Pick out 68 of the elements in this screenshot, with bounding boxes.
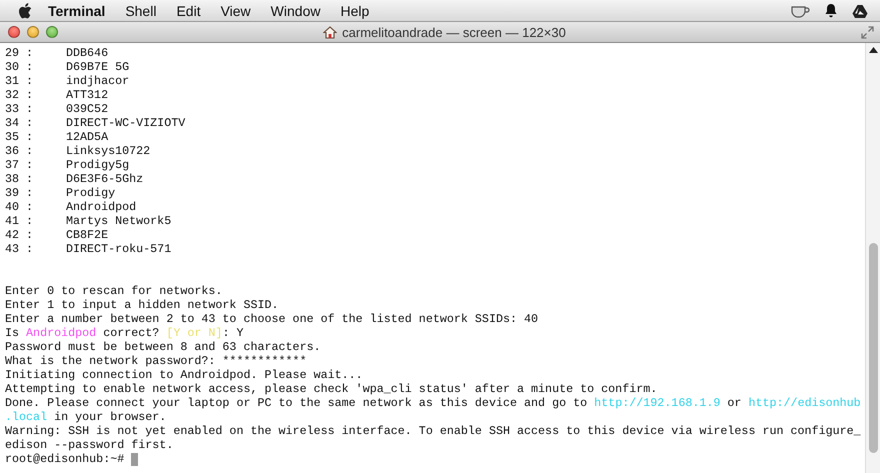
output-text: : Y [222, 326, 244, 340]
prompt-hint: [Y or N] [166, 326, 222, 340]
list-number: 36 : [5, 144, 34, 158]
list-number: 35 : [5, 130, 34, 144]
list-number: 42 : [5, 228, 34, 242]
ssid-text: Androidpod [26, 326, 96, 340]
output-text: Initiating connection to Androidpod. Please wait... [5, 368, 363, 382]
minimize-button[interactable] [27, 26, 39, 38]
menu-item[interactable]: Shell [125, 2, 156, 18]
network-name: Martys Network5 [66, 214, 172, 228]
menu-item[interactable]: Window [270, 2, 320, 18]
list-number: 43 : [5, 242, 34, 256]
list-number: 40 : [5, 200, 34, 214]
output-text: Enter 0 to rescan for networks. [5, 284, 222, 298]
list-number: 31 : [5, 74, 34, 88]
scrollbar[interactable] [865, 43, 880, 473]
network-name: Prodigy [66, 186, 116, 200]
output-text: correct? [102, 326, 160, 340]
list-number: 32 : [5, 88, 34, 102]
drive-icon[interactable] [852, 4, 868, 18]
output-text: Attempting to enable network access, please check 'wpa_cli status' after a minute to confirm. [5, 382, 658, 396]
close-button[interactable] [8, 26, 20, 38]
list-number: 30 : [5, 60, 34, 74]
menu-item[interactable]: View [220, 2, 251, 18]
menu-item[interactable]: Edit [176, 2, 201, 18]
output-text: or [726, 396, 742, 410]
output-text: Enter 1 to input a hidden network SSID. [5, 298, 279, 312]
shell-prompt: root@edisonhub:~# [5, 452, 124, 466]
network-name: 039C52 [66, 102, 108, 116]
list-number: 33 : [5, 102, 34, 116]
output-text: What is the network password?: ************ [5, 354, 307, 368]
list-number: 29 : [5, 46, 34, 60]
house-icon [323, 26, 338, 38]
network-name: ATT312 [66, 88, 108, 102]
network-name: DIRECT-WC-VIZIOTV [66, 116, 186, 130]
apple-icon[interactable] [18, 2, 32, 18]
network-name: D69B7E 5G [66, 60, 130, 74]
window-title: carmelitoandrade — screen — 122×30 [342, 24, 566, 40]
output-text: Enter a number between 2 to 43 to choose one of the listed network SSIDs: 40 [5, 312, 538, 326]
cup-icon[interactable] [790, 4, 810, 18]
output-text: Warning: SSH is not yet enabled on the wireless interface. To enable SSH access to this device via wireless run configure_ [5, 424, 861, 438]
output-text: edison --password first. [5, 438, 174, 452]
fullscreen-icon[interactable] [861, 26, 874, 38]
list-number: 38 : [5, 172, 34, 186]
list-number: 34 : [5, 116, 34, 130]
network-name: Prodigy5g [66, 158, 130, 172]
output-text: Is [5, 326, 20, 340]
scroll-thumb[interactable] [868, 243, 878, 453]
network-name: Androidpod [66, 200, 136, 214]
zoom-button[interactable] [46, 26, 58, 38]
cursor [131, 452, 138, 466]
network-name: D6E3F6-5Ghz [66, 172, 144, 186]
menu-item[interactable]: Terminal [48, 2, 106, 18]
network-name: indjhacor [66, 74, 130, 88]
notification-icon[interactable] [824, 3, 838, 18]
network-name: DIRECT-roku-571 [66, 242, 172, 256]
network-name: DDB646 [66, 46, 108, 60]
list-number: 41 : [5, 214, 34, 228]
network-name: Linksys10722 [66, 144, 150, 158]
output-text: Password must be between 8 and 63 characters. [5, 340, 321, 354]
menu-item[interactable]: Help [340, 2, 370, 18]
output-text: in your browser. [53, 410, 166, 424]
network-name: 12AD5A [66, 130, 108, 144]
list-number: 39 : [5, 186, 34, 200]
list-number: 37 : [5, 158, 34, 172]
network-name: CB8F2E [66, 228, 108, 242]
output-text: Done. Please connect your laptop or PC to the same network as this device and go to [5, 396, 588, 410]
scroll-up-icon[interactable] [868, 47, 878, 53]
